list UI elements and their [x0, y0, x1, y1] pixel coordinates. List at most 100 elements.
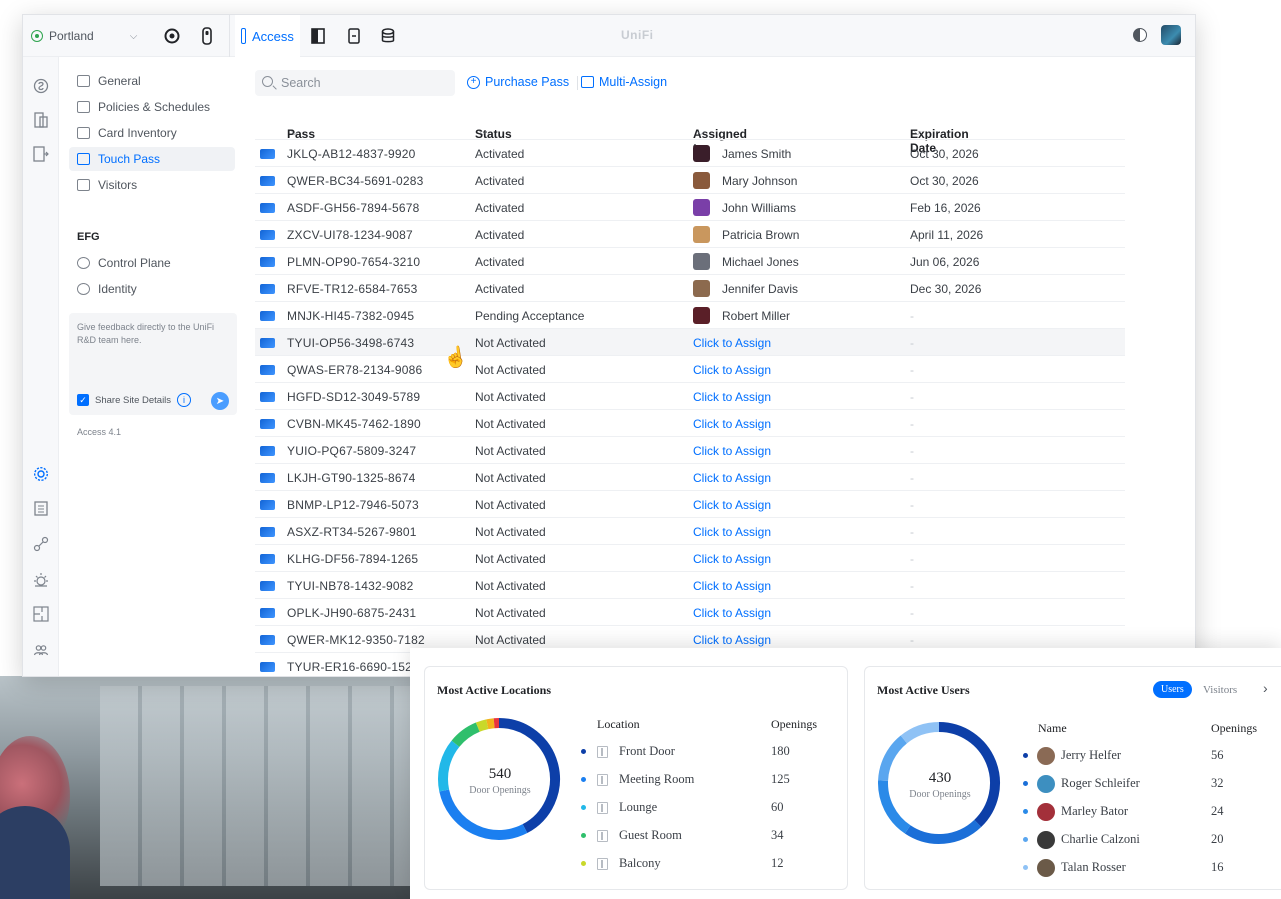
integrations-icon[interactable]: [32, 535, 50, 553]
floorplan-icon[interactable]: [32, 605, 50, 623]
table-row[interactable]: MNJK-HI45-7382-0945 Pending Acceptance R…: [255, 301, 1125, 328]
click-to-assign-link[interactable]: Click to Assign: [693, 606, 771, 620]
assigned-user[interactable]: John Williams: [722, 201, 796, 215]
list-item[interactable]: Charlie Calzoni 20: [1023, 831, 1273, 851]
users-icon[interactable]: [32, 641, 50, 659]
list-item[interactable]: Lounge 60: [581, 799, 831, 819]
search-input[interactable]: [255, 70, 455, 96]
click-to-assign-link[interactable]: Click to Assign: [693, 444, 771, 458]
list-item[interactable]: Meeting Room 125: [581, 771, 831, 791]
sidebar-item-visitors[interactable]: Visitors: [69, 173, 235, 197]
list-item[interactable]: Front Door 180: [581, 743, 831, 763]
table-row[interactable]: ZXCV-UI78-1234-9087 Activated Patricia B…: [255, 220, 1125, 247]
list-item[interactable]: Balcony 12: [581, 855, 831, 875]
pass-id: RFVE-TR12-6584-7653: [287, 282, 418, 296]
table-row[interactable]: BNMP-LP12-7946-5073 Not Activated Click t…: [255, 490, 1125, 517]
click-to-assign-link[interactable]: Click to Assign: [693, 471, 771, 485]
click-to-assign-link[interactable]: Click to Assign: [693, 390, 771, 404]
table-row[interactable]: ASXZ-RT34-5267-9801 Not Activated Click t…: [255, 517, 1125, 544]
touch-pass-card-icon: [260, 500, 275, 510]
settings-gear-icon[interactable]: [32, 465, 50, 483]
purchase-pass-button[interactable]: + Purchase Pass: [467, 75, 569, 89]
tab-users[interactable]: Users: [1153, 681, 1192, 698]
list-item[interactable]: Jerry Helfer 56: [1023, 747, 1273, 767]
click-to-assign-link[interactable]: Click to Assign: [693, 525, 771, 539]
click-to-assign-link[interactable]: Click to Assign: [693, 336, 771, 350]
chevron-down-icon: ⌵: [129, 30, 138, 42]
list-item[interactable]: Marley Bator 24: [1023, 803, 1273, 823]
table-row[interactable]: HGFD-SD12-3049-5789 Not Activated Click t…: [255, 382, 1125, 409]
table-row[interactable]: YUIO-PQ67-5809-3247 Not Activated Click t…: [255, 436, 1125, 463]
assigned-user[interactable]: Michael Jones: [722, 255, 799, 269]
sidebar-item-general[interactable]: General: [69, 69, 235, 93]
plus-circle-icon: +: [467, 75, 480, 89]
reader-app-icon[interactable]: [345, 26, 363, 46]
table-row[interactable]: RFVE-TR12-6584-7653 Activated Jennifer D…: [255, 274, 1125, 301]
share-site-details[interactable]: ✓ Share Site Details i: [77, 393, 192, 407]
talk-app-icon[interactable]: [198, 26, 216, 46]
clipboard-icon[interactable]: [32, 499, 50, 517]
site-selector[interactable]: Portland ⌵: [31, 25, 137, 47]
table-row[interactable]: TYUI-NB78-1432-9082 Not Activated Click t…: [255, 571, 1125, 598]
site-status-icon: [31, 30, 43, 42]
click-to-assign-link[interactable]: Click to Assign: [693, 417, 771, 431]
sidebar-item-touch-pass[interactable]: Touch Pass: [69, 147, 235, 171]
alerts-icon[interactable]: [32, 571, 50, 589]
check-icon[interactable]: ✓: [77, 394, 89, 406]
table-row[interactable]: CVBN-MK45-7462-1890 Not Activated Click t…: [255, 409, 1125, 436]
theme-toggle-icon[interactable]: [1133, 28, 1147, 42]
touch-pass-card-icon: [260, 203, 275, 213]
tab-visitors[interactable]: Visitors: [1203, 684, 1237, 696]
info-icon[interactable]: i: [177, 393, 192, 407]
feedback-panel[interactable]: Give feedback directly to the UniFi R&D …: [69, 313, 237, 415]
sidebar-item-label: Control Plane: [98, 256, 171, 270]
location-name: Balcony: [619, 856, 661, 870]
protect-app-icon[interactable]: [163, 26, 181, 46]
assigned-user[interactable]: James Smith: [722, 147, 791, 161]
click-to-assign-link[interactable]: Click to Assign: [693, 363, 771, 377]
list-item[interactable]: Roger Schleifer 32: [1023, 775, 1273, 795]
devices-icon[interactable]: [32, 111, 50, 129]
background-photo: [0, 676, 440, 899]
click-to-assign-link[interactable]: Click to Assign: [693, 579, 771, 593]
touch-pass-card-icon: [260, 662, 275, 672]
submit-feedback-button[interactable]: ➤: [211, 392, 229, 410]
chevron-right-icon[interactable]: ›: [1263, 680, 1268, 696]
user-avatar[interactable]: [1161, 25, 1181, 45]
table-row[interactable]: PLMN-OP90-7654-3210 Activated Michael Jo…: [255, 247, 1125, 274]
list-item[interactable]: Talan Rosser 16: [1023, 859, 1273, 879]
dashboard-icon[interactable]: [32, 77, 50, 95]
table-row[interactable]: JKLQ-AB12-4837-9920 Activated James Smit…: [255, 139, 1125, 166]
click-to-assign-link[interactable]: Click to Assign: [693, 633, 771, 647]
table-row[interactable]: OPLK-JH90-6875-2431 Not Activated Click t…: [255, 598, 1125, 625]
table-row[interactable]: KLHG-DF56-7894-1265 Not Activated Click t…: [255, 544, 1125, 571]
sidebar-item-control-plane[interactable]: Control Plane: [69, 251, 235, 275]
table-row[interactable]: LKJH-GT90-1325-8674 Not Activated Click t…: [255, 463, 1125, 490]
list-item[interactable]: Guest Room 34: [581, 827, 831, 847]
table-row[interactable]: QWAS-ER78-2134-9086 Not Activated Click t…: [255, 355, 1125, 382]
sidebar-item-card-inventory[interactable]: Card Inventory: [69, 121, 235, 145]
sidebar-item-identity[interactable]: Identity: [69, 277, 235, 301]
openings-count: 16: [1211, 860, 1224, 874]
touch-pass-card-icon: [260, 230, 275, 240]
assigned-user[interactable]: Mary Johnson: [722, 174, 797, 188]
door-app-icon[interactable]: [309, 26, 327, 46]
assigned-user[interactable]: Jennifer Davis: [722, 282, 798, 296]
pass-status: Activated: [475, 255, 525, 269]
expiration-empty: -: [910, 309, 914, 323]
table-row[interactable]: QWER-BC34-5691-0283 Activated Mary Johns…: [255, 166, 1125, 193]
legend-dot: [1023, 865, 1028, 870]
tab-access[interactable]: Access: [235, 15, 300, 57]
database-icon[interactable]: [379, 26, 397, 46]
assigned-user[interactable]: Robert Miller: [722, 309, 790, 323]
click-to-assign-link[interactable]: Click to Assign: [693, 498, 771, 512]
table-header: Pass⌵ Status⌵ Assigned to⌵ Expiration Da…: [287, 127, 969, 155]
table-row[interactable]: ASDF-GH56-7894-5678 Activated John Willi…: [255, 193, 1125, 220]
logs-icon[interactable]: [32, 145, 50, 163]
assigned-user[interactable]: Patricia Brown: [722, 228, 799, 242]
user-avatar: [1037, 803, 1055, 821]
table-row[interactable]: TYUI-OP56-3498-6743 Not Activated Click t…: [255, 328, 1125, 355]
sidebar-item-policies[interactable]: Policies & Schedules: [69, 95, 235, 119]
click-to-assign-link[interactable]: Click to Assign: [693, 552, 771, 566]
multi-assign-button[interactable]: Multi-Assign: [581, 75, 667, 89]
